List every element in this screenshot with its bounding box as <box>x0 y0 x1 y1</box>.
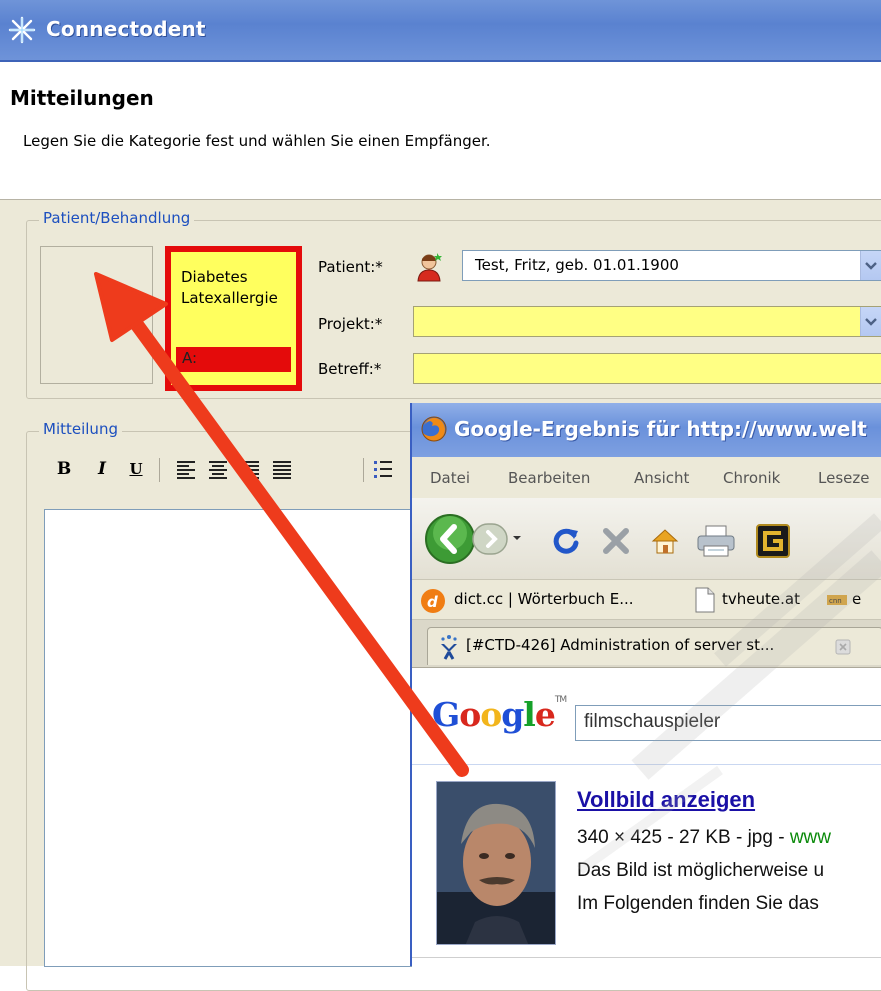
patient-dropdown-icon[interactable] <box>860 251 881 280</box>
alert-bar: A: <box>176 347 291 372</box>
toolbar-separator <box>159 458 160 482</box>
reload-icon[interactable] <box>550 525 582 557</box>
patient-group-legend: Patient/Behandlung <box>39 209 195 227</box>
connectodent-logo-icon <box>8 16 36 44</box>
addon-g-icon[interactable] <box>756 524 790 558</box>
align-left-icon[interactable] <box>175 455 197 483</box>
google-tm: TM <box>554 695 567 705</box>
toolbar-separator <box>363 458 364 482</box>
google-logo-letter: g <box>501 695 524 734</box>
bookmark-dictcc[interactable]: dict.cc | Wörterbuch E... <box>454 590 634 608</box>
alert-box[interactable]: Diabetes Latexallergie A: <box>165 246 302 391</box>
result-url[interactable]: www <box>790 827 831 848</box>
browser-titlebar: Google-Ergebnis für http://www.welt <box>412 403 881 457</box>
result-line-2: Das Bild ist möglicherweise u <box>577 860 825 881</box>
bullet-list-icon[interactable] <box>373 455 393 483</box>
italic-button[interactable]: I <box>93 455 111 483</box>
subject-field[interactable] <box>413 353 881 384</box>
menu-chronik[interactable]: Chronik <box>723 469 780 487</box>
forward-button[interactable] <box>472 522 510 556</box>
app-titlebar: Connectodent <box>0 0 881 62</box>
patient-label: Patient:* <box>318 258 383 276</box>
message-group-legend: Mitteilung <box>39 420 122 438</box>
project-label: Projekt:* <box>318 315 383 333</box>
browser-window: Google-Ergebnis für http://www.welt Date… <box>410 403 881 967</box>
results-divider <box>412 764 881 765</box>
dialog-header: Mitteilungen Legen Sie die Kategorie fes… <box>0 64 881 199</box>
menu-lesezeichen[interactable]: Leseze <box>818 469 869 487</box>
bookmark-partial[interactable]: e <box>852 590 861 608</box>
back-button[interactable] <box>424 513 476 565</box>
page-subtitle: Legen Sie die Kategorie fest und wählen … <box>23 132 491 150</box>
result-title-link[interactable]: Vollbild anzeigen <box>577 787 755 813</box>
alert-latexallergie: Latexallergie <box>181 289 278 307</box>
bookmark-site-icon: cnn <box>827 595 847 605</box>
google-logo-text: Google <box>432 695 556 734</box>
tab-label: [#CTD-426] Administration of server st..… <box>466 636 775 654</box>
app-title: Connectodent <box>46 17 206 41</box>
portrait-image <box>437 782 555 944</box>
google-logo-letter: o <box>480 695 502 734</box>
result-thumbnail[interactable] <box>436 781 556 945</box>
menu-bearbeiten[interactable]: Bearbeiten <box>508 469 590 487</box>
subject-label: Betreff:* <box>318 360 382 378</box>
firefox-logo-icon <box>421 416 447 442</box>
google-logo-letter: G <box>432 695 460 734</box>
project-dropdown-icon[interactable] <box>860 307 881 336</box>
result-meta-text: 340 × 425 - 27 KB - jpg - <box>577 827 790 848</box>
align-justify-icon[interactable] <box>271 455 293 483</box>
patient-photo[interactable] <box>40 246 153 384</box>
browser-content: GoogleTM filmschauspieler Vollbild anzei… <box>412 667 881 967</box>
tab-bar: [#CTD-426] Administration of server st..… <box>412 619 881 667</box>
menu-datei[interactable]: Datei <box>430 469 470 487</box>
alert-diabetes: Diabetes <box>181 268 248 286</box>
patient-combo[interactable]: Test, Fritz, geb. 01.01.1900 <box>462 250 881 281</box>
bookmark-tvheute[interactable]: tvheute.at <box>722 590 800 608</box>
page-icon <box>695 587 715 613</box>
result-line-3: Im Folgenden finden Sie das <box>577 893 819 914</box>
tab-close-icon[interactable] <box>835 639 851 655</box>
bookmarks-bar: d dict.cc | Wörterbuch E... tvheute.at c… <box>412 579 881 619</box>
bold-button[interactable]: B <box>55 455 73 483</box>
jira-tab-icon <box>441 635 457 660</box>
history-dropdown-icon[interactable] <box>512 533 522 543</box>
menu-ansicht[interactable]: Ansicht <box>634 469 689 487</box>
patient-icon[interactable] <box>415 251 445 283</box>
stop-icon[interactable] <box>602 527 630 555</box>
google-logo[interactable]: GoogleTM <box>432 695 567 734</box>
browser-menubar: Datei Bearbeiten Ansicht Chronik Leseze <box>412 458 881 498</box>
browser-title: Google-Ergebnis für http://www.welt <box>454 417 867 441</box>
home-icon[interactable] <box>650 526 680 556</box>
browser-navbar <box>412 498 881 579</box>
google-logo-letter: o <box>459 695 481 734</box>
google-logo-letter: e <box>534 695 556 734</box>
svg-text:d: d <box>427 593 438 611</box>
print-icon[interactable] <box>696 524 736 558</box>
project-combo[interactable] <box>413 306 881 337</box>
dictcc-icon[interactable]: d <box>420 588 446 614</box>
align-center-icon[interactable] <box>207 455 229 483</box>
svg-text:cnn: cnn <box>829 597 842 605</box>
patient-value: Test, Fritz, geb. 01.01.1900 <box>475 256 679 274</box>
google-logo-letter: l <box>523 695 536 734</box>
browser-tab[interactable]: [#CTD-426] Administration of server st..… <box>427 627 881 665</box>
page-title: Mitteilungen <box>10 86 154 110</box>
search-input[interactable]: filmschauspieler <box>575 705 881 741</box>
underline-button[interactable]: U <box>127 455 145 483</box>
align-right-icon[interactable] <box>239 455 261 483</box>
result-meta: 340 × 425 - 27 KB - jpg - www <box>577 827 831 849</box>
